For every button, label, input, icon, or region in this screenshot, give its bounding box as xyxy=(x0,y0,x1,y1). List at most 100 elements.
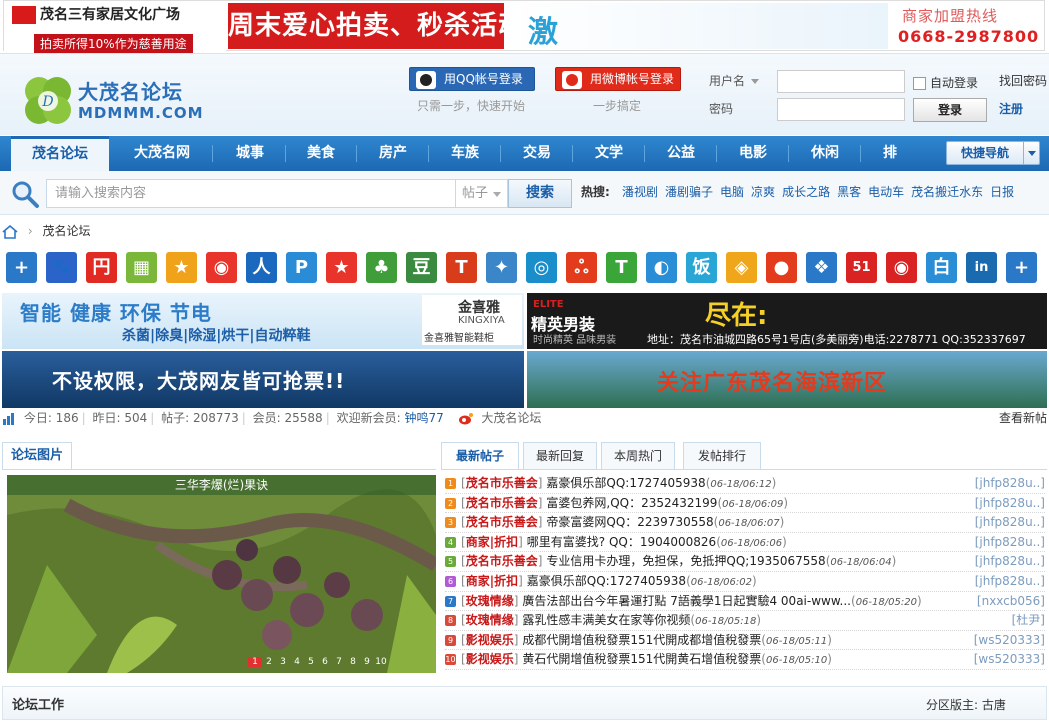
douban-icon[interactable]: 豆 xyxy=(406,252,437,283)
kingxiya-banner[interactable]: 智能 健康 环保 节电 杀菌|除臭|除湿|烘干|自动粹鞋 金喜雅 KINGXIY… xyxy=(2,293,524,349)
post-title-link[interactable]: 专业信用卡办理，免担保，免抵押QQ;1935067558 xyxy=(546,554,825,568)
weibo-login-button[interactable]: 用微博帐号登录 xyxy=(555,67,681,91)
nav-item-leisure[interactable]: 休闲 xyxy=(811,136,839,171)
photo-pager-item[interactable]: 7 xyxy=(332,657,346,667)
hot-search-link[interactable]: 凉爽 xyxy=(751,185,775,199)
quick-nav-dropdown[interactable] xyxy=(1023,142,1039,164)
hot-search-link[interactable]: 电动车 xyxy=(868,185,904,199)
post-title-link[interactable]: 哪里有富婆找? QQ：1904000826 xyxy=(527,535,716,549)
post-row[interactable]: 10 [影视娱乐] 黄石代開增值稅發票151代開黄石增值稅發票(06-18/05:1… xyxy=(445,650,1045,670)
post-author-link[interactable]: [jhfp828u..] xyxy=(975,572,1045,591)
pengyou-icon[interactable]: P xyxy=(286,252,317,283)
post-author-link[interactable]: [jhfp828u..] xyxy=(975,552,1045,571)
find-password-link[interactable]: 找回密码 xyxy=(999,72,1047,89)
weibo-link[interactable]: 大茂名论坛 xyxy=(481,411,541,425)
post-row[interactable]: 6 [商家|折扣] 嘉豪俱乐部QQ:1727405938(06-18/06:02)[… xyxy=(445,572,1045,592)
linkedin-icon[interactable]: in xyxy=(966,252,997,283)
post-row[interactable]: 2 [茂名市乐善会] 富婆包养网,QQ：2352432199(06-18/06:09… xyxy=(445,494,1045,514)
post-author-link[interactable]: [ws520333] xyxy=(974,650,1045,669)
photo-pager-item[interactable]: 1 xyxy=(248,657,262,667)
post-row[interactable]: 9 [影视娱乐] 成都代開增值稅發票151代開成都增值稅發票(06-18/05:11… xyxy=(445,631,1045,651)
post-category-link[interactable]: 玫瑰情缘 xyxy=(466,594,514,608)
forum-photo[interactable] xyxy=(7,475,436,673)
post-row[interactable]: 5 [茂名市乐善会] 专业信用卡办理，免担保，免抵押QQ;1935067558(06… xyxy=(445,552,1045,572)
photo-caption[interactable]: 三华李爆(烂)果诀 xyxy=(7,475,436,495)
photo-pager-item[interactable]: 6 xyxy=(318,657,332,667)
top-advertisement[interactable]: 茂名三有家居文化广场 拍卖所得10%作为慈善用途 周末爱心拍卖、秒杀活动 激 商… xyxy=(3,0,1045,53)
post-title-link[interactable]: 帝豪富婆网QQ：2239730558 xyxy=(546,515,713,529)
search-button[interactable]: 搜索 xyxy=(508,179,572,208)
post-category-link[interactable]: 玫瑰情缘 xyxy=(466,613,514,627)
photo-pager-item[interactable]: 8 xyxy=(346,657,360,667)
post-category-link[interactable]: 影视娱乐 xyxy=(466,633,514,647)
tab-latest-replies[interactable]: 最新回复 xyxy=(523,442,597,470)
hot-search-link[interactable]: 成长之路 xyxy=(782,185,830,199)
renren-icon[interactable]: 人 xyxy=(246,252,277,283)
fanfou-icon[interactable]: 饭 xyxy=(686,252,717,283)
photo-pager-item[interactable]: 10 xyxy=(374,657,388,667)
register-link[interactable]: 注册 xyxy=(999,100,1023,117)
hot-search-link[interactable]: 日报 xyxy=(990,185,1014,199)
post-row[interactable]: 8 [玫瑰情缘] 露乳性感丰满美女在家等你视频(06-18/05:18) [杜尹] xyxy=(445,611,1045,631)
quick-nav-button[interactable]: 快捷导航 xyxy=(946,141,1040,165)
tianya-icon[interactable]: T xyxy=(446,252,477,283)
add-icon[interactable]: + xyxy=(6,252,37,283)
kaixin-icon[interactable]: ★ xyxy=(326,252,357,283)
baidu-icon[interactable]: 🐾 xyxy=(46,252,77,283)
msn-icon[interactable]: ✦ xyxy=(486,252,517,283)
elite-menswear-banner[interactable]: ELITE 精英男装 时尚精英 品味男装 尽在: 地址：茂名市油城四路65号1号… xyxy=(527,293,1047,349)
baidu-tieba-icon[interactable]: ஃ xyxy=(566,252,597,283)
post-title-link[interactable]: 富婆包养网,QQ：2352432199 xyxy=(546,496,717,510)
ifeng-icon[interactable]: ◉ xyxy=(886,252,917,283)
post-category-link[interactable]: 商家|折扣 xyxy=(466,574,518,588)
view-new-posts-link[interactable]: 查看新帖 xyxy=(999,409,1047,426)
clover-icon[interactable]: ♣ xyxy=(366,252,397,283)
post-row[interactable]: 3 [茂名市乐善会] 帝豪富婆网QQ：2239730558(06-18/06:07)… xyxy=(445,513,1045,533)
search-input[interactable]: 请输入搜索内容 xyxy=(46,179,456,208)
hot-search-link[interactable]: 电脑 xyxy=(720,185,744,199)
photo-pager-item[interactable]: 2 xyxy=(262,657,276,667)
hot-search-link[interactable]: 茂名搬迁水东 xyxy=(911,185,983,199)
breadcrumb-current[interactable]: 茂名论坛 xyxy=(42,224,90,238)
tab-weekly-hot[interactable]: 本周热门 xyxy=(601,442,675,470)
search-type-select[interactable]: 帖子 xyxy=(456,179,508,208)
qq-star-icon[interactable]: ★ xyxy=(166,252,197,283)
post-row[interactable]: 1 [茂名市乐善会] 嘉豪俱乐部QQ:1727405938(06-18/06:12)… xyxy=(445,474,1045,494)
tab-latest-posts[interactable]: 最新帖子 xyxy=(441,442,519,470)
sina-weibo-icon[interactable]: ◉ xyxy=(206,252,237,283)
post-category-link[interactable]: 影视娱乐 xyxy=(466,652,514,666)
nav-item-literature[interactable]: 文学 xyxy=(595,136,623,171)
photo-pager-item[interactable]: 5 xyxy=(304,657,318,667)
post-author-link[interactable]: [jhfp828u..] xyxy=(975,533,1045,552)
post-category-link[interactable]: 茂名市乐善会 xyxy=(466,554,538,568)
netease-icon[interactable]: ◎ xyxy=(526,252,557,283)
nav-item-movies[interactable]: 电影 xyxy=(739,136,767,171)
home-icon[interactable] xyxy=(2,224,18,239)
post-author-link[interactable]: [nxxcb056] xyxy=(977,592,1045,611)
binhai-banner[interactable]: 关注广东茂名海滨新区 xyxy=(527,351,1047,408)
section-moderator[interactable]: 分区版主: 古唐 xyxy=(926,696,1006,713)
photo-pager-item[interactable]: 4 xyxy=(290,657,304,667)
nav-item-damaoming[interactable]: 大茂名网 xyxy=(134,136,190,171)
section-title[interactable]: 论坛工作 xyxy=(12,694,64,713)
post-author-link[interactable]: [jhfp828u..] xyxy=(975,513,1045,532)
hot-search-link[interactable]: 潘视剧 xyxy=(622,185,658,199)
post-title-link[interactable]: 成都代開增值稅發票151代開成都增值稅發票 xyxy=(522,633,761,647)
newest-member-link[interactable]: 钟鸣77 xyxy=(404,411,443,425)
more-icon[interactable]: + xyxy=(1006,252,1037,283)
tab-post-ranking[interactable]: 发帖排行 xyxy=(683,442,761,470)
username-type-select[interactable]: 用户名 xyxy=(709,72,760,89)
51-icon[interactable]: 51 xyxy=(846,252,877,283)
post-title-link[interactable]: 嘉豪俱乐部QQ:1727405938 xyxy=(546,476,705,490)
photo-pager-item[interactable]: 9 xyxy=(360,657,374,667)
post-category-link[interactable]: 茂名市乐善会 xyxy=(466,496,538,510)
post-category-link[interactable]: 茂名市乐善会 xyxy=(466,515,538,529)
qzone-icon[interactable]: ▦ xyxy=(126,252,157,283)
post-title-link[interactable]: 露乳性感丰满美女在家等你视频 xyxy=(522,613,690,627)
apple-icon[interactable]: ● xyxy=(766,252,797,283)
post-category-link[interactable]: 商家|折扣 xyxy=(466,535,518,549)
hot-search-link[interactable]: 黑客 xyxy=(837,185,861,199)
post-author-link[interactable]: [jhfp828u..] xyxy=(975,474,1045,493)
hexun-icon[interactable]: 円 xyxy=(86,252,117,283)
post-author-link[interactable]: [ws520333] xyxy=(974,631,1045,650)
